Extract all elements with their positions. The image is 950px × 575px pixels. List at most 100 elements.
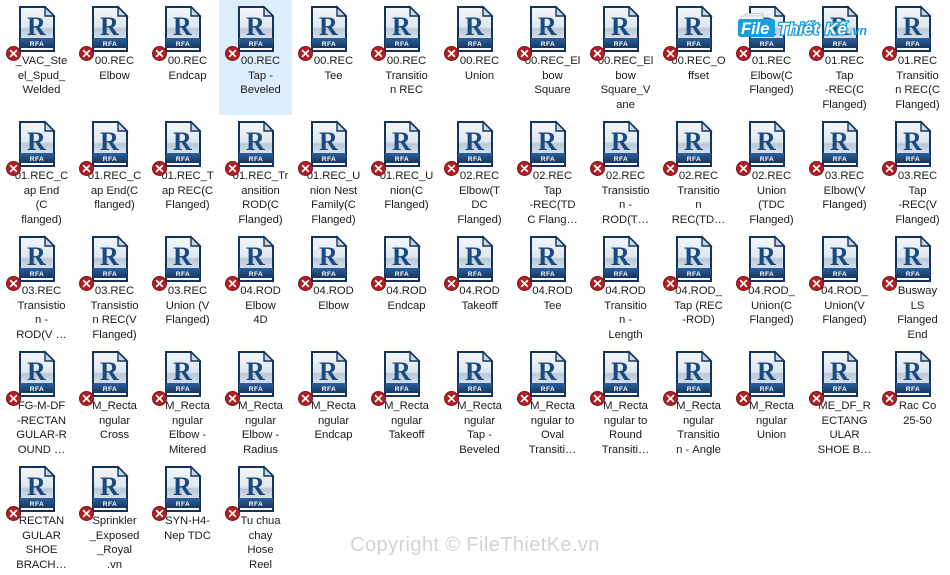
svg-text:RFA: RFA xyxy=(248,156,262,163)
file-item[interactable]: R RFA 02.REC Transistio n - ROD(T… xyxy=(584,115,657,230)
file-item[interactable]: R RFA 00.REC Transitio n REC xyxy=(365,0,438,115)
file-item[interactable]: R RFA 00.REC_El bow Square_V ane xyxy=(584,0,657,115)
file-item[interactable]: R RFA M_Recta ngular Elbow - Mitered xyxy=(146,345,219,460)
file-item[interactable]: R RFA 04.ROD Takeoff xyxy=(438,230,511,345)
error-x-icon xyxy=(589,391,605,406)
rfa-file-icon: R RFA xyxy=(516,5,570,61)
file-item[interactable]: R RFA 00.REC Endcap xyxy=(146,0,219,115)
svg-text:R: R xyxy=(100,357,119,386)
file-item[interactable]: R RFA M_Recta ngular to Round Transiti… xyxy=(584,345,657,460)
rfa-file-icon: R RFA xyxy=(297,235,351,291)
rfa-file-icon: R RFA xyxy=(808,350,862,406)
svg-text:RFA: RFA xyxy=(832,386,846,393)
file-item[interactable]: R RFA ME_DF_R ECTANG ULAR SHOE B… xyxy=(803,345,876,460)
file-item[interactable]: R RFA 04.ROD Elbow xyxy=(292,230,365,345)
file-item[interactable]: R RFA Busway LS Flanged End xyxy=(876,230,949,345)
file-grid[interactable]: R RFA _VAC_Ste el_Spud_ Welded R RFA 00.RE… xyxy=(0,0,950,573)
file-item[interactable]: R RFA 01.REC_Tr ansition ROD(C Flanged) xyxy=(219,115,292,230)
file-item[interactable]: R RFA 03.REC Transistio n - ROD(V … xyxy=(0,230,73,345)
file-item[interactable]: R RFA Rac Co 25-50 xyxy=(876,345,949,460)
svg-text:R: R xyxy=(830,12,849,41)
file-item[interactable]: R RFA 02.REC Elbow(T DC Flanged) xyxy=(438,115,511,230)
file-item[interactable]: R RFA M_Recta ngular Union xyxy=(730,345,803,460)
file-item[interactable]: R RFA FG-M-DF -RECTAN GULAR-R OUND … xyxy=(0,345,73,460)
svg-text:R: R xyxy=(903,127,922,156)
file-item[interactable]: R RFA 01.REC_Cap End(Cflanged) xyxy=(0,115,73,230)
file-item[interactable]: R RFA 03.REC Elbow(V Flanged) xyxy=(803,115,876,230)
error-x-icon xyxy=(735,391,751,406)
rfa-file-icon: R RFA xyxy=(370,5,424,61)
file-item[interactable]: R RFA M_Recta ngular Cross xyxy=(73,345,146,460)
rfa-file-icon: R RFA xyxy=(224,235,278,291)
error-x-icon xyxy=(662,46,678,61)
file-item[interactable]: R RFA 02.REC Tap -REC(TD C Flang… xyxy=(511,115,584,230)
file-item[interactable]: R RFA 00.REC Tap - Beveled xyxy=(219,0,292,115)
svg-text:RFA: RFA xyxy=(540,271,554,278)
file-name-label: ME_DF_R ECTANG ULAR SHOE B… xyxy=(817,400,872,456)
rfa-file-icon: R RFA xyxy=(516,235,570,291)
file-name-label: 01.REC_Tr ansition ROD(C Flanged) xyxy=(232,170,289,226)
file-item[interactable]: R RFA Tu chua chay Hose Reel xyxy=(219,460,292,575)
file-item[interactable]: R RFA 03.REC Union (V Flanged) xyxy=(146,230,219,345)
file-item[interactable]: R RFA M_Recta ngular Endcap xyxy=(292,345,365,460)
file-item[interactable]: R RFA 04.ROD Transitio n - Length xyxy=(584,230,657,345)
error-x-icon xyxy=(881,46,897,61)
file-item[interactable]: R RFA 00.REC Elbow xyxy=(73,0,146,115)
file-item[interactable]: R RFA 01.REC_U nion(C Flanged) xyxy=(365,115,438,230)
error-x-icon xyxy=(589,276,605,291)
file-name-label: 02.REC Tap -REC(TD C Flang… xyxy=(527,170,578,226)
error-x-icon xyxy=(443,391,459,406)
file-item[interactable]: R RFA 03.REC Tap -REC(V Flanged) xyxy=(876,115,949,230)
rfa-file-icon: R RFA xyxy=(881,120,935,176)
file-item[interactable]: R RFA 01.REC Transitio n REC(C Flanged) xyxy=(876,0,949,115)
rfa-file-icon: R RFA xyxy=(5,120,59,176)
svg-text:R: R xyxy=(538,357,557,386)
file-item[interactable]: R RFA 01.REC Elbow(C Flanged) xyxy=(730,0,803,115)
file-item[interactable]: R RFA 01.REC_U nion Nest Family(C Flanged) xyxy=(292,115,365,230)
rfa-file-icon: R RFA xyxy=(735,235,789,291)
error-x-icon xyxy=(151,46,167,61)
file-item[interactable]: R RFA 00.REC_O ffset xyxy=(657,0,730,115)
file-item[interactable]: R RFA M_Recta ngular Elbow - Radius xyxy=(219,345,292,460)
error-x-icon xyxy=(443,276,459,291)
file-item[interactable]: R RFA 02.REC Union (TDC Flanged) xyxy=(730,115,803,230)
file-item[interactable]: R RFA RECTAN GULAR SHOE BRACH… xyxy=(0,460,73,575)
file-item[interactable]: R RFA M_Recta ngular Tap - Beveled xyxy=(438,345,511,460)
file-item[interactable]: R RFA M_Recta ngular Takeoff xyxy=(365,345,438,460)
svg-text:R: R xyxy=(830,357,849,386)
file-item[interactable]: R RFA 04.ROD_ Union(V Flanged) xyxy=(803,230,876,345)
file-item[interactable]: R RFA 04.ROD Elbow 4D xyxy=(219,230,292,345)
file-item[interactable]: R RFA M_Recta ngular Transitio n - Angle xyxy=(657,345,730,460)
svg-text:R: R xyxy=(246,357,265,386)
file-item[interactable]: R RFA 01.REC_T ap REC(C Flanged) xyxy=(146,115,219,230)
svg-text:RFA: RFA xyxy=(467,156,481,163)
file-item[interactable]: R RFA 04.ROD Endcap xyxy=(365,230,438,345)
svg-text:R: R xyxy=(611,127,630,156)
file-item[interactable]: R RFA SYN-H4- Nep TDC xyxy=(146,460,219,575)
rfa-file-icon: R RFA xyxy=(370,235,424,291)
file-item[interactable]: R RFA 01.REC_Cap End(Cflanged) xyxy=(73,115,146,230)
file-item[interactable]: R RFA 01.REC Tap -REC(C Flanged) xyxy=(803,0,876,115)
file-item[interactable]: R RFA M_Recta ngular to Oval Transiti… xyxy=(511,345,584,460)
file-item[interactable]: R RFA 00.REC Union xyxy=(438,0,511,115)
file-item[interactable]: R RFA 04.ROD Tee xyxy=(511,230,584,345)
file-item[interactable]: R RFA Sprinkler _Exposed _Royal .vn xyxy=(73,460,146,575)
svg-text:R: R xyxy=(538,242,557,271)
svg-text:R: R xyxy=(757,242,776,271)
error-x-icon xyxy=(151,276,167,291)
svg-text:R: R xyxy=(246,242,265,271)
file-item[interactable]: R RFA 03.REC Transistio n REC(V Flanged) xyxy=(73,230,146,345)
file-item[interactable]: R RFA 04.ROD_ Union(C Flanged) xyxy=(730,230,803,345)
file-item[interactable]: R RFA 02.REC Transitio n REC(TD… xyxy=(657,115,730,230)
file-item[interactable]: R RFA 00.REC_El bow Square xyxy=(511,0,584,115)
rfa-file-icon: R RFA xyxy=(881,235,935,291)
svg-text:R: R xyxy=(27,127,46,156)
file-item[interactable]: R RFA 00.REC Tee xyxy=(292,0,365,115)
svg-text:RFA: RFA xyxy=(467,41,481,48)
rfa-file-icon: R RFA xyxy=(5,5,59,61)
file-item[interactable]: R RFA 04.ROD_ Tap (REC -ROD) xyxy=(657,230,730,345)
file-item[interactable]: R RFA _VAC_Ste el_Spud_ Welded xyxy=(0,0,73,115)
error-x-icon xyxy=(224,161,240,176)
error-x-icon xyxy=(370,276,386,291)
rfa-file-icon: R RFA xyxy=(662,350,716,406)
